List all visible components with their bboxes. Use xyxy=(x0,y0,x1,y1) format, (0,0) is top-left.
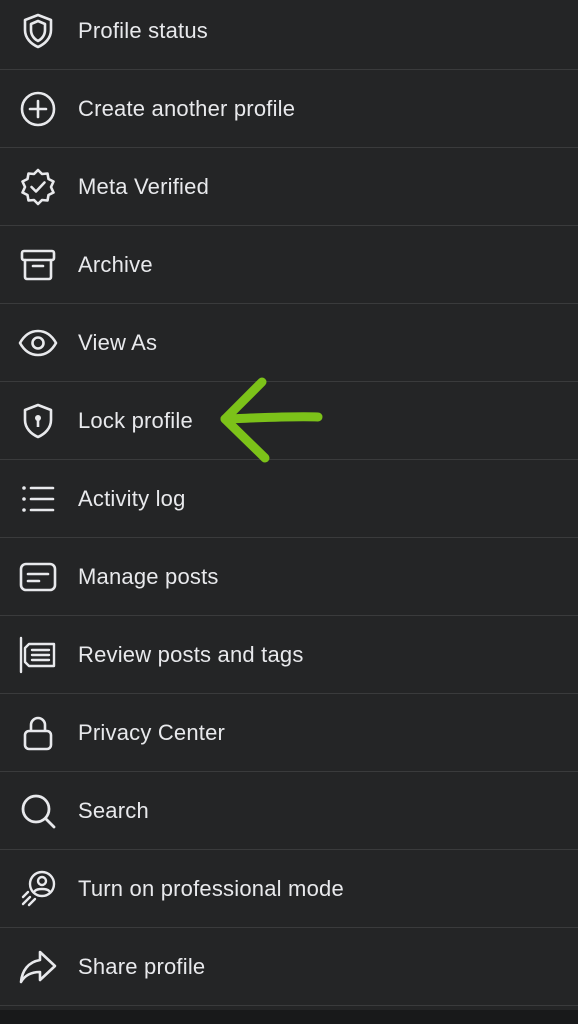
menu-item-privacy-center[interactable]: Privacy Center xyxy=(0,694,578,772)
bottom-bar xyxy=(0,1010,578,1024)
shield-lock-icon xyxy=(18,401,58,441)
menu-item-label: Turn on professional mode xyxy=(78,875,344,901)
menu-item-label: Profile status xyxy=(78,17,208,43)
menu-item-profile-status[interactable]: Profile status xyxy=(0,0,578,70)
profile-settings-menu: Profile status Create another profile Me… xyxy=(0,0,578,1006)
menu-item-label: Manage posts xyxy=(78,563,219,589)
menu-item-manage-posts[interactable]: Manage posts xyxy=(0,538,578,616)
menu-item-label: Lock profile xyxy=(78,407,193,433)
menu-item-share-profile[interactable]: Share profile xyxy=(0,928,578,1006)
menu-item-activity-log[interactable]: Activity log xyxy=(0,460,578,538)
menu-item-label: View As xyxy=(78,329,158,355)
menu-item-archive[interactable]: Archive xyxy=(0,226,578,304)
search-icon xyxy=(18,791,58,831)
menu-item-label: Archive xyxy=(78,251,153,277)
menu-item-label: Share profile xyxy=(78,953,206,979)
menu-item-review-posts-and-tags[interactable]: Review posts and tags xyxy=(0,616,578,694)
menu-item-meta-verified[interactable]: Meta Verified xyxy=(0,148,578,226)
lock-icon xyxy=(18,713,58,753)
menu-item-create-another-profile[interactable]: Create another profile xyxy=(0,70,578,148)
professional-mode-icon xyxy=(18,869,58,909)
menu-item-lock-profile[interactable]: Lock profile xyxy=(0,382,578,460)
plus-circle-icon xyxy=(18,89,58,129)
archive-box-icon xyxy=(18,245,58,285)
menu-item-label: Search xyxy=(78,797,149,823)
menu-item-label: Review posts and tags xyxy=(78,641,304,667)
menu-item-turn-on-professional-mode[interactable]: Turn on professional mode xyxy=(0,850,578,928)
list-icon xyxy=(18,479,58,519)
menu-item-view-as[interactable]: View As xyxy=(0,304,578,382)
share-arrow-icon xyxy=(18,947,58,987)
menu-item-label: Create another profile xyxy=(78,95,296,121)
shield-icon xyxy=(18,11,58,51)
verified-badge-icon xyxy=(18,167,58,207)
menu-item-label: Privacy Center xyxy=(78,719,226,745)
menu-item-search[interactable]: Search xyxy=(0,772,578,850)
menu-item-label: Meta Verified xyxy=(78,173,210,199)
menu-item-label: Activity log xyxy=(78,485,186,511)
eye-icon xyxy=(18,323,58,363)
review-posts-icon xyxy=(18,635,58,675)
manage-posts-icon xyxy=(18,557,58,597)
